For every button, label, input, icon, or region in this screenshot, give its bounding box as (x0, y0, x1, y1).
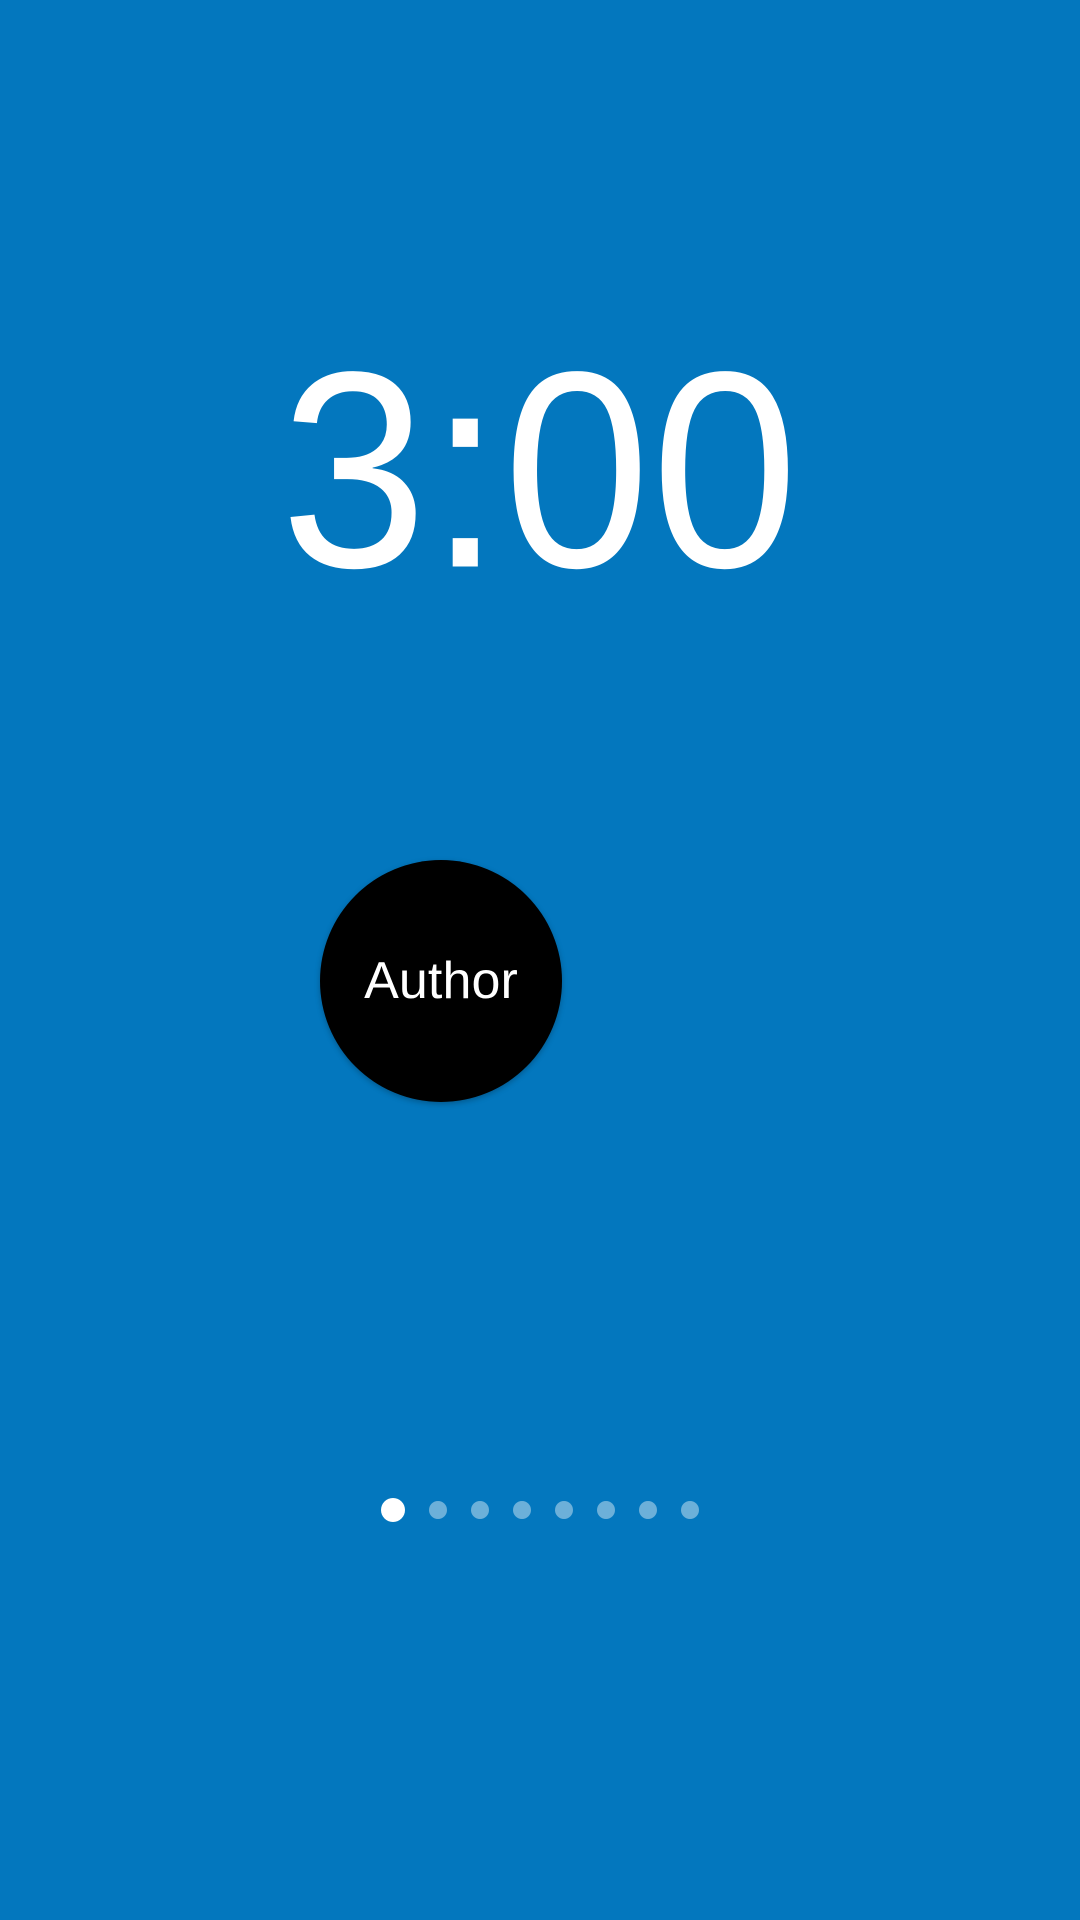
pagination-dots (0, 1494, 1080, 1526)
author-button-label: Author (364, 952, 518, 1010)
pagination-dot-8[interactable] (681, 1501, 699, 1519)
pagination-dot-1[interactable] (381, 1498, 405, 1522)
author-button[interactable]: Author (320, 860, 562, 1102)
pagination-dot-7[interactable] (639, 1501, 657, 1519)
pagination-dot-6[interactable] (597, 1501, 615, 1519)
pagination-dot-2[interactable] (429, 1501, 447, 1519)
timer-area: 3:00 (0, 330, 1080, 610)
pagination-dot-3[interactable] (471, 1501, 489, 1519)
timer-display: 3:00 (280, 313, 800, 626)
pagination-dot-4[interactable] (513, 1501, 531, 1519)
pagination-dot-5[interactable] (555, 1501, 573, 1519)
app-screen: 3:00 Author (0, 0, 1080, 1920)
